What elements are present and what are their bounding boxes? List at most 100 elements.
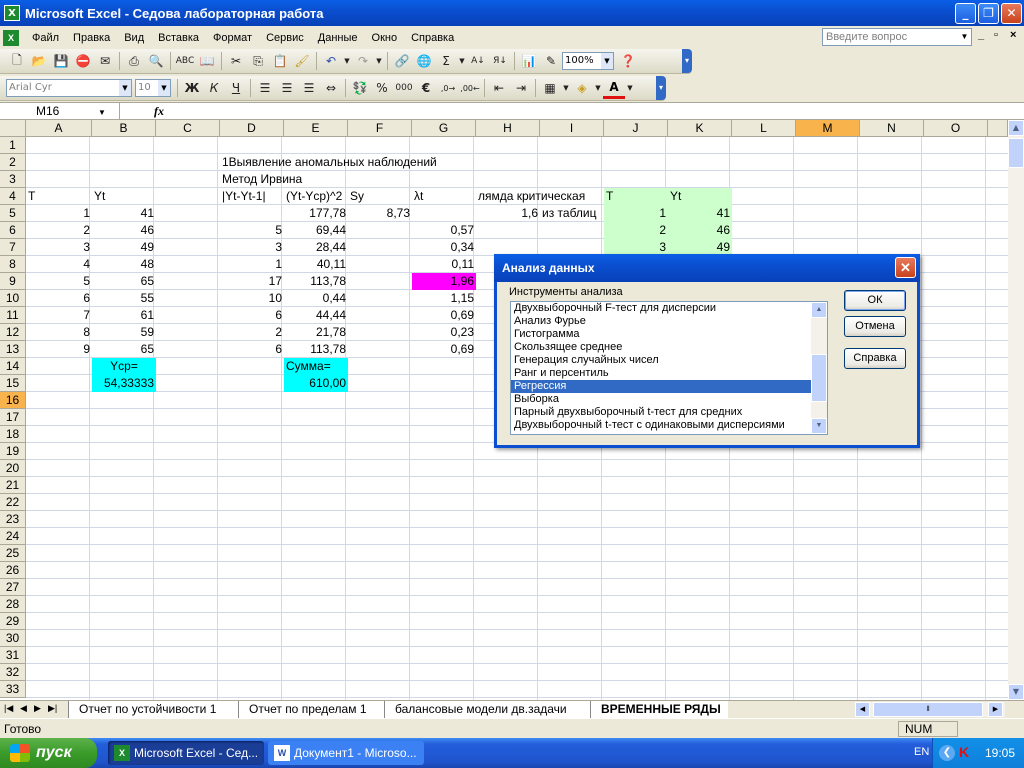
align-right-icon[interactable]: ☰ bbox=[298, 77, 320, 99]
cell-b14[interactable]: Ycp= bbox=[92, 358, 156, 375]
column-header-e[interactable]: E bbox=[284, 120, 348, 137]
cell-d10[interactable]: 10 bbox=[220, 290, 284, 307]
last-sheet-icon[interactable]: ▶| bbox=[48, 703, 57, 714]
chevron-down-icon[interactable]: ▼ bbox=[158, 80, 170, 96]
cell-k6[interactable]: 46 bbox=[668, 222, 732, 239]
align-center-icon[interactable]: ☰ bbox=[276, 77, 298, 99]
row-header-32[interactable]: 32 bbox=[0, 664, 26, 681]
list-scrollbar[interactable]: ▲ ▼ bbox=[811, 302, 827, 434]
cell-g6[interactable]: 0,57 bbox=[412, 222, 476, 239]
menu-view[interactable]: Вид bbox=[117, 28, 151, 48]
name-box[interactable]: M16 ▼ bbox=[0, 103, 120, 120]
row-header-13[interactable]: 13 bbox=[0, 341, 26, 358]
cell-a10[interactable]: 6 bbox=[26, 290, 92, 307]
antivirus-icon[interactable]: K bbox=[959, 744, 969, 760]
cell-d13[interactable]: 6 bbox=[220, 341, 284, 358]
scroll-right-icon[interactable]: ▶ bbox=[988, 702, 1003, 717]
redo-icon[interactable]: ↷ bbox=[352, 50, 374, 72]
cell-d7[interactable]: 3 bbox=[220, 239, 284, 256]
row-header-31[interactable]: 31 bbox=[0, 647, 26, 664]
column-header-f[interactable]: F bbox=[348, 120, 412, 137]
fill-color-dropdown-icon[interactable]: ▼ bbox=[593, 77, 603, 99]
cell-b6[interactable]: 46 bbox=[92, 222, 156, 239]
column-header-a[interactable]: A bbox=[26, 120, 92, 137]
analysis-tool-item[interactable]: Парный двухвыборочный t-тест для средних bbox=[511, 406, 811, 419]
menu-format[interactable]: Формат bbox=[206, 28, 259, 48]
row-header-21[interactable]: 21 bbox=[0, 477, 26, 494]
menu-insert[interactable]: Вставка bbox=[151, 28, 206, 48]
menu-help[interactable]: Справка bbox=[404, 28, 461, 48]
analysis-tools-list[interactable]: Двухвыборочный F-тест для дисперсии Анали… bbox=[510, 301, 828, 435]
column-header-p[interactable] bbox=[988, 120, 1008, 137]
cell-a12[interactable]: 8 bbox=[26, 324, 92, 341]
cell-b7[interactable]: 49 bbox=[92, 239, 156, 256]
cell-e12[interactable]: 21,78 bbox=[284, 324, 348, 341]
print-icon[interactable]: ⎙ bbox=[123, 50, 145, 72]
decrease-indent-icon[interactable]: ⇤ bbox=[488, 77, 510, 99]
doc-close-button[interactable]: × bbox=[1010, 29, 1016, 41]
doc-restore-button[interactable]: ▫ bbox=[994, 29, 998, 41]
cell-a6[interactable]: 2 bbox=[26, 222, 92, 239]
cell-g4[interactable]: λt bbox=[412, 188, 425, 205]
row-header-24[interactable]: 24 bbox=[0, 528, 26, 545]
sheet-tab[interactable]: Отчет по устойчивости 1 bbox=[68, 701, 238, 718]
undo-dropdown-icon[interactable]: ▼ bbox=[342, 50, 352, 72]
chevron-down-icon[interactable]: ▼ bbox=[601, 53, 613, 69]
fill-color-icon[interactable]: ◈ bbox=[571, 77, 593, 99]
horizontal-scrollbar[interactable]: ◀ ⦀ ▶ bbox=[855, 702, 1005, 717]
cell-g11[interactable]: 0,69 bbox=[412, 307, 476, 324]
sort-descending-icon[interactable]: Я↓ bbox=[489, 50, 511, 72]
row-header-4[interactable]: 4 bbox=[0, 188, 26, 205]
cell-j6[interactable]: 2 bbox=[604, 222, 668, 239]
print-preview-icon[interactable]: 🔍 bbox=[145, 50, 167, 72]
cell-f5[interactable]: 8,73 bbox=[348, 205, 412, 222]
undo-icon[interactable]: ↶ bbox=[320, 50, 342, 72]
row-header-23[interactable]: 23 bbox=[0, 511, 26, 528]
column-header-b[interactable]: B bbox=[92, 120, 156, 137]
cell-e10[interactable]: 0,44 bbox=[284, 290, 348, 307]
row-header-30[interactable]: 30 bbox=[0, 630, 26, 647]
drawing-icon[interactable]: ✎ bbox=[540, 50, 562, 72]
cell-j4[interactable]: T bbox=[604, 188, 615, 205]
cell-a8[interactable]: 4 bbox=[26, 256, 92, 273]
chart-wizard-icon[interactable]: 📊 bbox=[518, 50, 540, 72]
cell-g13[interactable]: 0,69 bbox=[412, 341, 476, 358]
increase-decimal-icon[interactable]: ,0→ bbox=[437, 77, 459, 99]
cell-a11[interactable]: 7 bbox=[26, 307, 92, 324]
currency-icon[interactable]: 💱 bbox=[349, 77, 371, 99]
cell-e7[interactable]: 28,44 bbox=[284, 239, 348, 256]
cell-g10[interactable]: 1,15 bbox=[412, 290, 476, 307]
scroll-thumb[interactable]: ⦀ bbox=[873, 702, 983, 717]
row-header-12[interactable]: 12 bbox=[0, 324, 26, 341]
scroll-down-icon[interactable]: ▼ bbox=[811, 418, 827, 434]
row-header-18[interactable]: 18 bbox=[0, 426, 26, 443]
font-name-combo[interactable]: Arial Cyr ▼ bbox=[6, 79, 132, 97]
scroll-up-icon[interactable]: ▲ bbox=[811, 302, 827, 318]
cell-h5[interactable]: 1,6 bbox=[476, 205, 540, 222]
cell-e8[interactable]: 40,11 bbox=[284, 256, 348, 273]
autosum-icon[interactable]: Σ bbox=[435, 50, 457, 72]
row-header-8[interactable]: 8 bbox=[0, 256, 26, 273]
cell-a7[interactable]: 3 bbox=[26, 239, 92, 256]
menu-data[interactable]: Данные bbox=[311, 28, 365, 48]
help-question-input[interactable]: Введите вопрос bbox=[822, 28, 972, 46]
chevron-down-icon[interactable]: ▼ bbox=[119, 80, 131, 96]
analysis-tool-item[interactable]: Ранг и персентиль bbox=[511, 367, 811, 380]
sheet-tab[interactable]: балансовые модели дв.задачи bbox=[384, 701, 590, 718]
row-header-29[interactable]: 29 bbox=[0, 613, 26, 630]
cell-b12[interactable]: 59 bbox=[92, 324, 156, 341]
cell-d12[interactable]: 2 bbox=[220, 324, 284, 341]
scroll-thumb[interactable] bbox=[811, 354, 827, 402]
cell-h4[interactable]: лямда критическая bbox=[476, 188, 587, 205]
borders-dropdown-icon[interactable]: ▼ bbox=[561, 77, 571, 99]
cell-e15[interactable]: 610,00 bbox=[284, 375, 348, 392]
row-header-3[interactable]: 3 bbox=[0, 171, 26, 188]
cell-g7[interactable]: 0,34 bbox=[412, 239, 476, 256]
email-icon[interactable]: ✉ bbox=[94, 50, 116, 72]
cell-b13[interactable]: 65 bbox=[92, 341, 156, 358]
scroll-up-icon[interactable]: ▲ bbox=[1008, 120, 1024, 136]
cell-d11[interactable]: 6 bbox=[220, 307, 284, 324]
sort-ascending-icon[interactable]: A↓ bbox=[467, 50, 489, 72]
column-header-g[interactable]: G bbox=[412, 120, 476, 137]
cell-b15[interactable]: 54,33333 bbox=[92, 375, 156, 392]
